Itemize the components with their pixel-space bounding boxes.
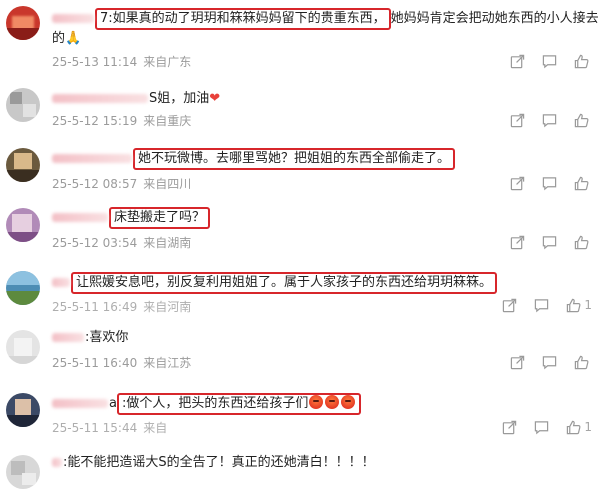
- avatar[interactable]: [6, 393, 40, 427]
- avatar[interactable]: [6, 271, 40, 305]
- highlight-box: 床垫搬走了吗？: [109, 207, 211, 229]
- comment-actions: 1: [485, 296, 592, 314]
- share-icon[interactable]: [502, 420, 517, 435]
- comment-text: 让熙媛安息吧，别反复利用姐姐了。属于人家孩子的东西还给玥玥箖箖。: [52, 272, 498, 294]
- comment-actions: [493, 52, 592, 70]
- share-icon[interactable]: [502, 298, 517, 313]
- comment-meta: 25-5-12 15:19 来自重庆: [52, 114, 192, 128]
- comment-icon[interactable]: [534, 298, 549, 313]
- like-count: 1: [584, 298, 592, 312]
- comment-text: a:做个人，把头的东西还给孩子们: [52, 393, 362, 415]
- comment-text: 她不玩微博。去哪里骂她？把姐姐的东西全部偷走了。: [52, 148, 456, 170]
- like-count: 1: [584, 420, 592, 434]
- comment-meta: 25-5-11 15:44 来自: [52, 421, 168, 435]
- username-blurred[interactable]: [52, 399, 108, 408]
- share-icon[interactable]: [510, 355, 525, 370]
- avatar[interactable]: [6, 6, 40, 40]
- highlight-box: 7:如果真的动了玥玥和箖箖妈妈留下的贵重东西，: [95, 8, 391, 30]
- comment-actions: [493, 174, 592, 192]
- comment-icon[interactable]: [534, 420, 549, 435]
- share-icon[interactable]: [510, 176, 525, 191]
- angry-emoji: [341, 395, 356, 409]
- thumbs-up-icon[interactable]: 1: [566, 298, 592, 313]
- pray-emoji: 🙏: [65, 31, 82, 46]
- highlight-box: 让熙媛安息吧，别反复利用姐姐了。属于人家孩子的东西还给玥玥箖箖。: [71, 272, 498, 294]
- comment-meta: 25-5-12 03:54 来自湖南: [52, 236, 192, 250]
- avatar[interactable]: [6, 148, 40, 182]
- username-blurred[interactable]: [52, 458, 62, 467]
- highlight-box: :做个人，把头的东西还给孩子们: [116, 393, 362, 415]
- share-icon[interactable]: [510, 235, 525, 250]
- username-blurred[interactable]: [52, 154, 132, 163]
- avatar[interactable]: [6, 88, 40, 122]
- share-icon[interactable]: [510, 113, 525, 128]
- avatar[interactable]: [6, 208, 40, 242]
- username-blurred[interactable]: [52, 94, 148, 103]
- username-blurred[interactable]: [52, 14, 94, 23]
- thumbs-up-icon[interactable]: [574, 235, 592, 250]
- comment-actions: [493, 353, 592, 371]
- comment-icon[interactable]: [542, 355, 557, 370]
- comment-meta: 25-5-13 11:14 来自广东: [52, 55, 192, 69]
- highlight-box: 她不玩微博。去哪里骂她？把姐姐的东西全部偷走了。: [133, 148, 456, 170]
- comment-text: S姐，加油❤: [52, 90, 220, 108]
- thumbs-up-icon[interactable]: [574, 54, 592, 69]
- comment-icon[interactable]: [542, 176, 557, 191]
- comment-actions: [493, 233, 592, 251]
- comment-text: 7:如果真的动了玥玥和箖箖妈妈留下的贵重东西， 她妈妈肯定会把动她东西的小人接去: [52, 8, 599, 30]
- username-blurred[interactable]: [52, 333, 84, 342]
- thumbs-up-icon[interactable]: 1: [566, 420, 592, 435]
- username-blurred[interactable]: [52, 213, 108, 222]
- share-icon[interactable]: [510, 54, 525, 69]
- comment-actions: [493, 111, 592, 129]
- comment-text-cont: 的🙏: [52, 31, 82, 46]
- comment-actions: 1: [485, 418, 592, 436]
- comment-meta: 25-5-12 08:57 来自四川: [52, 177, 192, 191]
- avatar[interactable]: [6, 455, 40, 489]
- comment-text: 床垫搬走了吗？: [52, 207, 211, 229]
- heart-emoji: ❤: [209, 91, 221, 106]
- thumbs-up-icon[interactable]: [574, 176, 592, 191]
- comment-icon[interactable]: [542, 54, 557, 69]
- comment-meta: 25-5-11 16:40 来自江苏: [52, 356, 192, 370]
- angry-emoji: [309, 395, 324, 409]
- comment-text: :喜欢你: [52, 329, 128, 347]
- avatar[interactable]: [6, 330, 40, 364]
- angry-emoji: [325, 395, 340, 409]
- username-blurred[interactable]: [52, 278, 70, 287]
- comment-icon[interactable]: [542, 113, 557, 128]
- comment-icon[interactable]: [542, 235, 557, 250]
- comment-text: :能不能把造谣大S的全告了！真正的还她清白！！！！: [52, 454, 375, 472]
- thumbs-up-icon[interactable]: [574, 355, 592, 370]
- thumbs-up-icon[interactable]: [574, 113, 592, 128]
- comment-meta: 25-5-11 16:49 来自河南: [52, 300, 192, 314]
